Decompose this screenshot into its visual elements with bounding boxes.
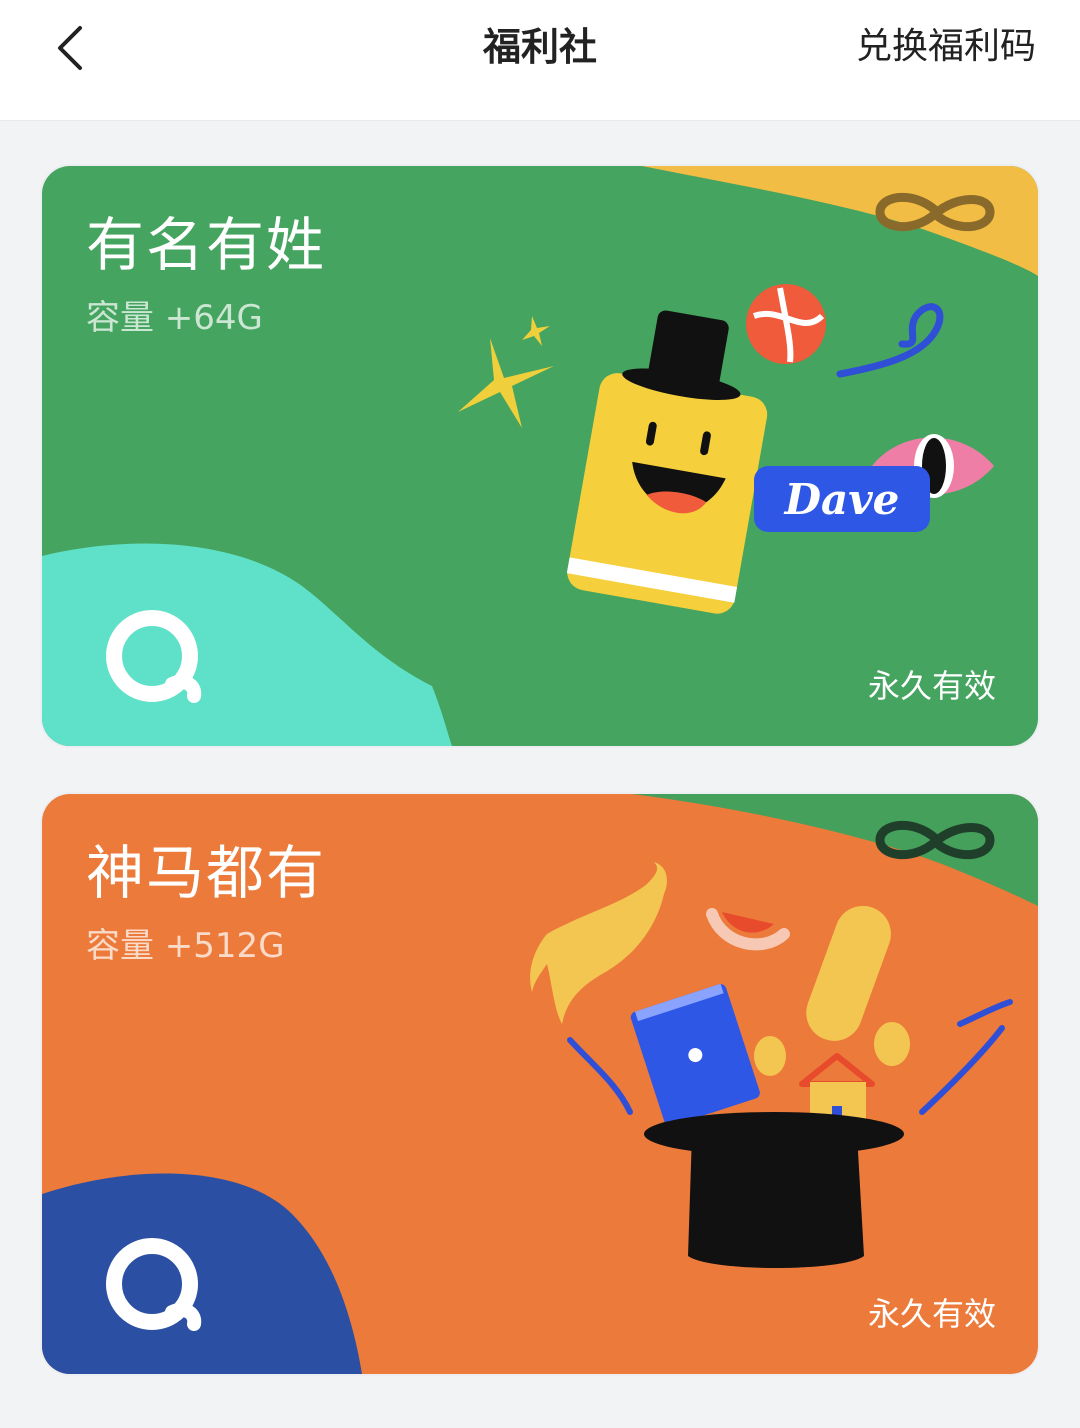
- blob-shape: [42, 1173, 362, 1374]
- sparkle-shape: [522, 316, 550, 346]
- squiggle-shape: [836, 303, 944, 378]
- card-validity: 永久有效: [867, 667, 996, 705]
- sparkle-shape: [458, 338, 554, 428]
- card-capacity: 容量 +64G: [86, 298, 263, 338]
- name-tag-label: Dave: [784, 474, 900, 524]
- card-title: 神马都有: [86, 839, 327, 907]
- benefit-card-named[interactable]: Dave 有名有姓 容量 +64G 永久有效: [42, 166, 1038, 746]
- card-validity: 永久有效: [867, 1295, 996, 1333]
- top-hat-shape: [644, 1112, 904, 1268]
- top-nav-bar: 福利社 兑换福利码: [0, 0, 1080, 121]
- blob-shape: [42, 543, 452, 746]
- benefit-card-everything[interactable]: 神马都有 容量 +512G 永久有效: [42, 794, 1038, 1374]
- name-tag-badge: Dave: [754, 466, 930, 532]
- book-shape: [630, 983, 760, 1127]
- redeem-code-button[interactable]: 兑换福利码: [856, 22, 1036, 72]
- card-capacity: 容量 +512G: [86, 926, 285, 966]
- face-character: [566, 310, 768, 614]
- card-title: 有名有姓: [86, 211, 327, 279]
- cat-shape: [530, 862, 667, 1024]
